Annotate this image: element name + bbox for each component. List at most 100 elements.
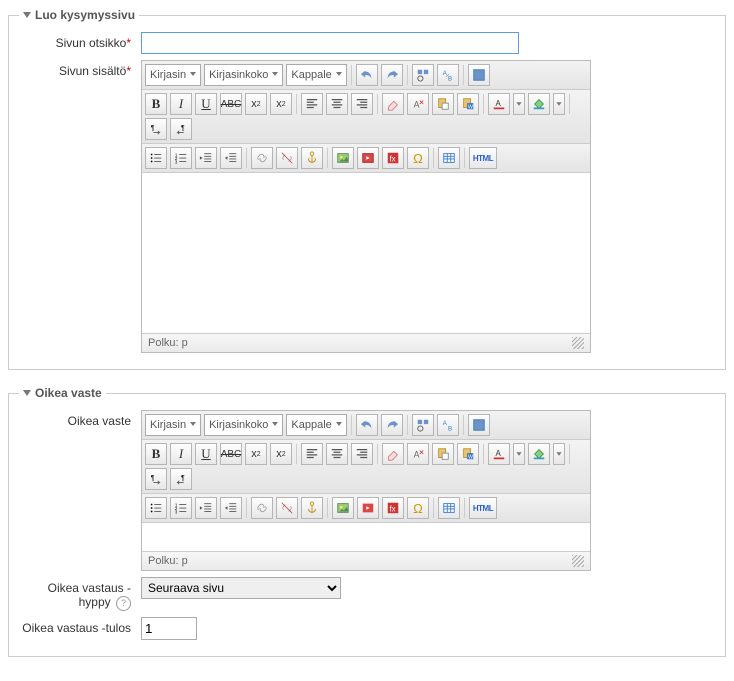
svg-text:¶: ¶ (151, 125, 155, 132)
strike-button[interactable]: ABC (220, 93, 242, 115)
bold-button[interactable]: B (145, 93, 167, 115)
indent-button[interactable] (220, 147, 242, 169)
editor-statusbar: Polku: p (142, 333, 590, 352)
bullet-list-button[interactable] (145, 147, 167, 169)
text-color-button[interactable]: A (488, 443, 510, 465)
align-right-button[interactable] (351, 93, 373, 115)
outdent-button[interactable] (195, 497, 217, 519)
find-button[interactable] (412, 64, 434, 86)
align-right-button[interactable] (351, 443, 373, 465)
jump-select[interactable]: Seuraava sivu (141, 577, 341, 599)
bg-color-drop[interactable] (553, 93, 565, 115)
svg-text:B: B (448, 75, 452, 82)
svg-text:W: W (468, 104, 473, 110)
format-select[interactable]: Kappale (286, 414, 346, 436)
bg-color-button[interactable] (528, 443, 550, 465)
underline-button[interactable]: U (195, 443, 217, 465)
font-size-select[interactable]: Kirjasinkoko (204, 414, 283, 436)
unlink-button[interactable] (276, 497, 298, 519)
svg-text:A: A (496, 449, 502, 458)
help-icon[interactable]: ? (116, 596, 131, 611)
link-button[interactable] (251, 497, 273, 519)
anchor-button[interactable] (301, 147, 323, 169)
editor-statusbar: Polku: p (142, 551, 590, 570)
table-button[interactable] (438, 147, 460, 169)
align-center-button[interactable] (326, 93, 348, 115)
html-button[interactable]: HTML (469, 147, 497, 169)
nonbreaking-button[interactable]: Ω (407, 147, 429, 169)
nonbreaking-button[interactable]: Ω (407, 497, 429, 519)
content-editor-body[interactable] (142, 173, 590, 333)
html-button[interactable]: HTML (469, 497, 497, 519)
font-family-select[interactable]: Kirjasin (145, 414, 201, 436)
align-left-button[interactable] (301, 443, 323, 465)
paste-text-button[interactable] (432, 93, 454, 115)
rtl-button[interactable]: ¶ (170, 118, 192, 140)
remove-format-button[interactable]: A (407, 443, 429, 465)
paste-word-button[interactable]: W (457, 443, 479, 465)
paste-text-button[interactable] (432, 443, 454, 465)
media-button[interactable] (357, 497, 379, 519)
number-list-button[interactable]: 123 (170, 497, 192, 519)
page-title-input[interactable] (141, 32, 519, 54)
underline-button[interactable]: U (195, 93, 217, 115)
replace-button[interactable]: AB (437, 414, 459, 436)
equation-button[interactable]: fx (382, 497, 404, 519)
font-size-select[interactable]: Kirjasinkoko (204, 64, 283, 86)
undo-button[interactable] (356, 64, 378, 86)
ltr-button[interactable]: ¶ (145, 118, 167, 140)
superscript-button[interactable]: x2 (270, 443, 292, 465)
text-color-button[interactable]: A (488, 93, 510, 115)
bg-color-button[interactable] (528, 93, 550, 115)
align-left-button[interactable] (301, 93, 323, 115)
font-family-select[interactable]: Kirjasin (145, 64, 201, 86)
redo-button[interactable] (381, 414, 403, 436)
undo-button[interactable] (356, 414, 378, 436)
equation-button[interactable]: fx (382, 147, 404, 169)
find-button[interactable] (412, 414, 434, 436)
image-button[interactable] (332, 497, 354, 519)
outdent-button[interactable] (195, 147, 217, 169)
section-legend[interactable]: Oikea vaste (19, 386, 106, 400)
resize-grip-icon[interactable] (572, 555, 584, 567)
paste-word-button[interactable]: W (457, 93, 479, 115)
remove-format-button[interactable]: A (407, 93, 429, 115)
content-editor: Kirjasin Kirjasinkoko Kappale AB B I U (141, 60, 591, 353)
ltr-button[interactable]: ¶ (145, 468, 167, 490)
anchor-button[interactable] (301, 497, 323, 519)
response-editor-body[interactable] (142, 523, 590, 551)
bullet-list-button[interactable] (145, 497, 167, 519)
superscript-button[interactable]: x2 (270, 93, 292, 115)
clean-button[interactable] (382, 443, 404, 465)
subscript-button[interactable]: x2 (245, 443, 267, 465)
bold-button[interactable]: B (145, 443, 167, 465)
link-button[interactable] (251, 147, 273, 169)
rtl-button[interactable]: ¶ (170, 468, 192, 490)
media-button[interactable] (357, 147, 379, 169)
redo-button[interactable] (381, 64, 403, 86)
text-color-drop[interactable] (513, 443, 525, 465)
resize-grip-icon[interactable] (572, 337, 584, 349)
indent-button[interactable] (220, 497, 242, 519)
number-list-button[interactable]: 123 (170, 147, 192, 169)
format-select[interactable]: Kappale (286, 64, 346, 86)
score-input[interactable] (141, 617, 197, 640)
fullscreen-button[interactable] (468, 414, 490, 436)
strike-button[interactable]: ABC (220, 443, 242, 465)
clean-button[interactable] (382, 93, 404, 115)
italic-button[interactable]: I (170, 443, 192, 465)
bg-color-drop[interactable] (553, 443, 565, 465)
italic-button[interactable]: I (170, 93, 192, 115)
svg-text:A: A (443, 420, 448, 427)
image-button[interactable] (332, 147, 354, 169)
svg-text:¶: ¶ (181, 125, 185, 132)
section-legend[interactable]: Luo kysymyssivu (19, 8, 139, 22)
align-center-button[interactable] (326, 443, 348, 465)
subscript-button[interactable]: x2 (245, 93, 267, 115)
fullscreen-button[interactable] (468, 64, 490, 86)
unlink-button[interactable] (276, 147, 298, 169)
text-color-drop[interactable] (513, 93, 525, 115)
title-label: Sivun otsikko* (19, 32, 141, 50)
table-button[interactable] (438, 497, 460, 519)
replace-button[interactable]: AB (437, 64, 459, 86)
